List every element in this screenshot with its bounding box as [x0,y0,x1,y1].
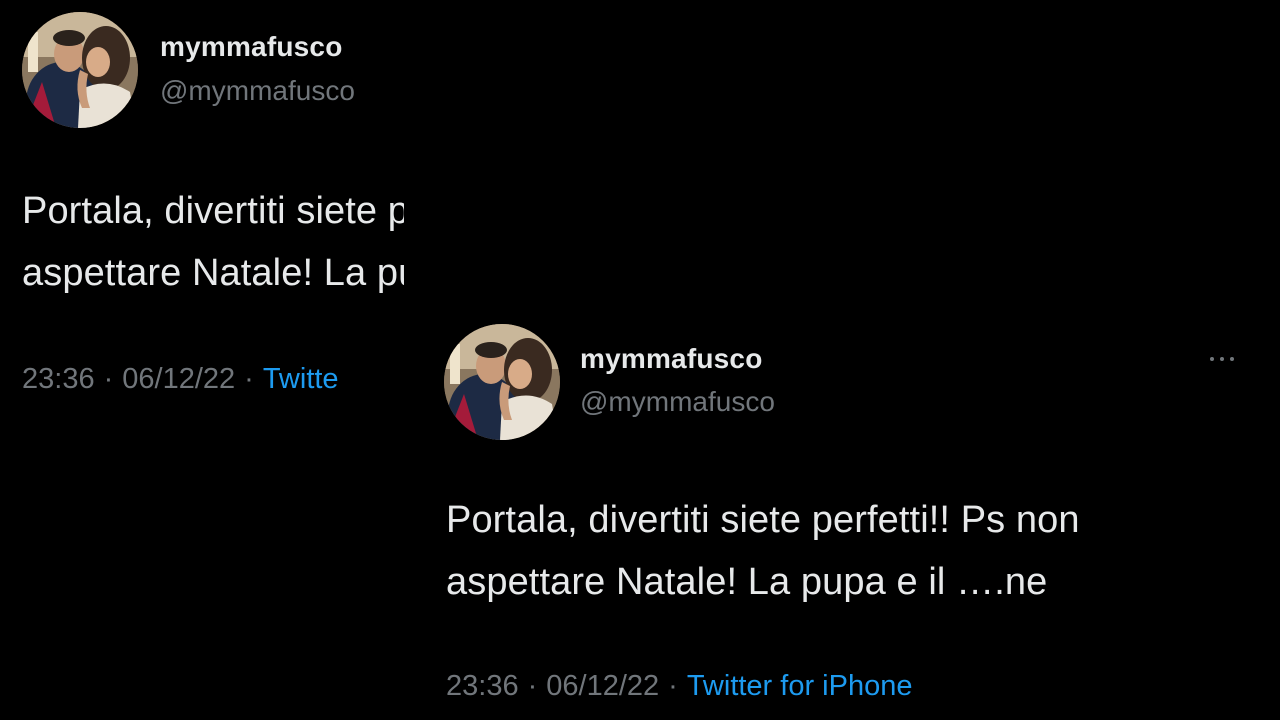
tweet-text: Portala, divertiti siete perfetti!! Ps n… [22,180,404,304]
tweet-source-link[interactable]: Twitte [263,363,339,395]
tweet-text-line: aspettare Natale! La pupa e il ….ne [22,252,404,294]
meta-separator: · [527,670,538,702]
tweet-date[interactable]: 06/12/22 [546,670,659,702]
tweet-text-line: aspettare Natale! La pupa e il ….ne [446,561,1048,603]
author-name[interactable]: mymmafusco [580,343,763,375]
tweet-time[interactable]: 23:36 [446,670,519,702]
tweet-time[interactable]: 23:36 [22,363,95,395]
tweet-date[interactable]: 06/12/22 [122,363,235,395]
tweet-card-foreground[interactable]: mymmafusco @mymmafusco Portala, divertit… [404,306,1280,720]
tweet-meta: 23:36 · 06/12/22 · Twitte [22,363,339,396]
meta-separator: · [668,670,678,702]
tweet-text: Portala, divertiti siete perfetti!! Ps n… [446,489,1080,613]
avatar[interactable] [444,324,560,440]
tweet-text-line: Portala, divertiti siete perfetti!! Ps n… [22,190,404,232]
tweet-text-line: Portala, divertiti siete perfetti!! Ps n… [446,499,1080,541]
tweet-source-link[interactable]: Twitter for iPhone [687,670,913,702]
more-horizontal-icon[interactable] [1204,354,1240,364]
author-name[interactable]: mymmafusco [160,31,343,63]
tweet-meta: 23:36 · 06/12/22 · Twitter for iPhone [446,670,912,703]
avatar[interactable] [22,12,138,128]
meta-separator: · [244,363,254,395]
author-handle[interactable]: @mymmafusco [160,75,355,107]
tweet-card-background[interactable]: mymmafusco @mymmafusco Portala, divertit… [0,0,404,420]
author-handle[interactable]: @mymmafusco [580,386,775,418]
meta-separator: · [103,363,114,395]
